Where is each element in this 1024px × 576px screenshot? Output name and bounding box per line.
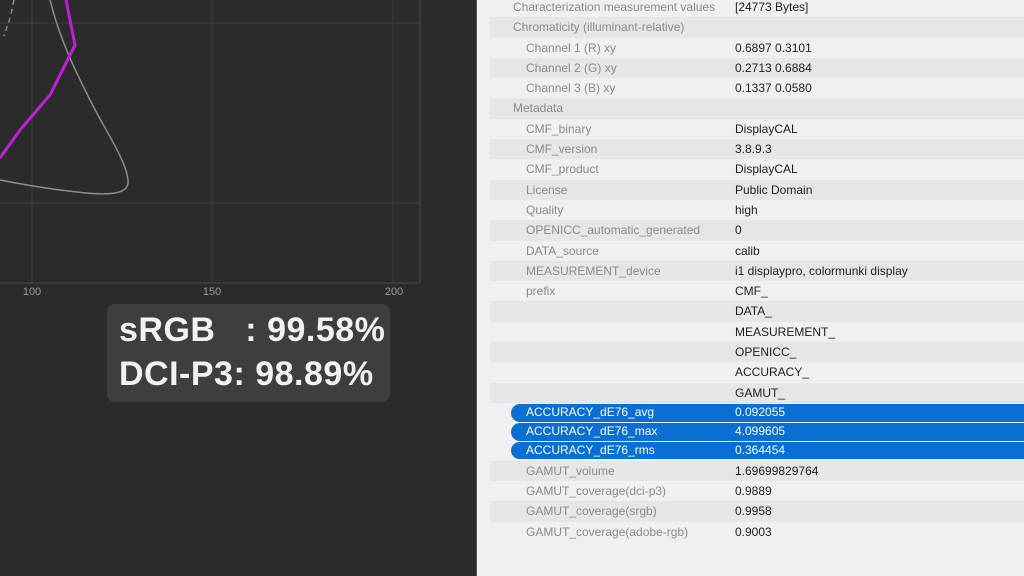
info-row-key: CMF_version: [526, 142, 598, 157]
info-row-value: 1.69699829764: [735, 463, 819, 478]
info-row-key: ACCURACY_dE76_max: [526, 424, 658, 439]
info-row-key: DATA_source: [526, 243, 599, 258]
info-row-key: Characterization measurement values: [513, 0, 716, 14]
info-row-key: Metadata: [513, 101, 564, 116]
info-row-key: MEASUREMENT_device: [526, 263, 661, 278]
info-row[interactable]: GAMUT_coverage(adobe-rgb) 0.9003: [490, 522, 1024, 542]
info-row-value: OPENICC_: [735, 345, 797, 360]
info-row[interactable]: Chromaticity (illuminant-relative): [490, 17, 1024, 38]
info-row-key: Channel 3 (B) xy: [526, 81, 616, 96]
info-row-key: GAMUT_coverage(srgb): [526, 504, 657, 519]
info-row-value: GAMUT_: [735, 385, 786, 400]
info-row[interactable]: CMF_product DisplayCAL: [490, 159, 1024, 179]
info-row[interactable]: Quality high: [490, 200, 1024, 220]
info-row-key: Chromaticity (illuminant-relative): [513, 20, 685, 35]
info-row-value: DisplayCAL: [735, 121, 798, 136]
info-row[interactable]: License Public Domain: [490, 179, 1024, 200]
info-row-value: [24773 Bytes]: [735, 0, 809, 14]
gamut-plot-pane: 100 150 200 sRGB : 99.58% DCI-P3: 98.89%: [0, 0, 476, 576]
info-row[interactable]: MEASUREMENT_device i1 displaypro, colormu…: [490, 260, 1024, 282]
info-row-key: GAMUT_volume: [526, 463, 615, 478]
info-row-key: prefix: [526, 284, 556, 299]
info-row[interactable]: Characterization measurement values [2477…: [490, 0, 1024, 17]
info-row-value: ACCURACY_: [735, 365, 810, 380]
info-row-key: License: [526, 182, 568, 197]
info-row[interactable]: MEASUREMENT_: [490, 322, 1024, 342]
info-row-key: ACCURACY_dE76_rms: [526, 443, 655, 458]
info-row[interactable]: OPENICC_automatic_generated 0: [490, 220, 1024, 241]
info-row-key: Quality: [526, 202, 564, 217]
info-row-key: CMF_binary: [526, 121, 592, 136]
info-row[interactable]: GAMUT_volume 1.69699829764: [490, 460, 1024, 482]
info-row-key: Channel 1 (R) xy: [526, 40, 617, 55]
x-tick-label-150: 150: [202, 286, 222, 298]
info-row-key: GAMUT_coverage(dci-p3): [526, 484, 667, 499]
measured-gamut-outline: [0, 0, 77, 159]
info-row[interactable]: Channel 1 (R) xy 0.6897 0.3101: [490, 38, 1024, 58]
coverage-overlay: sRGB : 99.58% DCI-P3: 98.89%: [107, 304, 390, 402]
srgb-coverage-text: sRGB : 99.58%: [119, 311, 386, 349]
info-row[interactable]: CMF_binary DisplayCAL: [490, 119, 1024, 139]
info-row-value: DisplayCAL: [735, 162, 798, 177]
info-row-value: 0.364454: [735, 443, 786, 458]
reference-gamut-dashed: [3, 0, 15, 37]
info-row-key: CMF_product: [526, 162, 599, 177]
info-row[interactable]: Metadata: [490, 98, 1024, 119]
spectral-locus-curve: [0, 0, 129, 195]
info-row-key: OPENICC_automatic_generated: [526, 223, 701, 238]
info-row[interactable]: GAMUT_coverage(dci-p3) 0.9889: [490, 481, 1024, 501]
info-row[interactable]: Channel 3 (B) xy 0.1337 0.0580: [490, 78, 1024, 98]
info-row[interactable]: ACCURACY_dE76_avg 0.092055: [511, 404, 1024, 422]
info-row-value: 0.092055: [735, 405, 786, 420]
x-tick-label-200: 200: [384, 286, 404, 298]
info-row[interactable]: OPENICC_: [490, 342, 1024, 363]
info-row-value: i1 displaypro, colormunki display: [735, 263, 908, 278]
x-tick-label-100: 100: [22, 286, 42, 298]
info-row-value: 4.099605: [735, 424, 786, 439]
info-row-value: Public Domain: [735, 182, 813, 197]
info-row[interactable]: GAMUT_coverage(srgb) 0.9958: [490, 501, 1024, 522]
info-row-value: 0.9958: [735, 504, 772, 519]
dcip3-coverage-text: DCI-P3: 98.89%: [119, 355, 374, 393]
info-row-value: 0.1337 0.0580: [735, 81, 812, 96]
info-row-value: 0.9003: [735, 524, 772, 539]
info-row-key: ACCURACY_dE76_avg: [526, 405, 655, 420]
info-row-value: 3.8.9.3: [735, 142, 772, 157]
info-row-value: calib: [735, 243, 760, 258]
info-row-value: 0.2713 0.6884: [735, 60, 812, 75]
info-row-value: 0.9889: [735, 484, 772, 499]
info-row[interactable]: ACCURACY_dE76_rms 0.364454: [511, 442, 1024, 460]
pane-splitter[interactable]: [476, 0, 491, 576]
info-row-key: Channel 2 (G) xy: [526, 60, 617, 75]
info-row[interactable]: DATA_source calib: [490, 241, 1024, 261]
info-row-value: high: [735, 202, 758, 217]
info-row[interactable]: DATA_: [490, 301, 1024, 322]
info-row-value: 0: [735, 223, 742, 238]
info-row[interactable]: Channel 2 (G) xy 0.2713 0.6884: [490, 57, 1024, 79]
info-row-value: CMF_: [735, 284, 768, 299]
info-row-value: MEASUREMENT_: [735, 324, 836, 339]
info-row[interactable]: GAMUT_: [490, 382, 1024, 403]
info-row[interactable]: ACCURACY_: [490, 362, 1024, 382]
profile-info-pane: Characterization measurement values [2477…: [490, 0, 1024, 576]
info-row[interactable]: CMF_version 3.8.9.3: [490, 139, 1024, 160]
info-row[interactable]: ACCURACY_dE76_max 4.099605: [511, 423, 1024, 441]
info-row-key: GAMUT_coverage(adobe-rgb): [526, 524, 689, 539]
gamut-plot: [0, 0, 421, 284]
info-row-value: DATA_: [735, 304, 772, 319]
info-row[interactable]: prefix CMF_: [490, 281, 1024, 301]
info-row-value: 0.6897 0.3101: [735, 40, 812, 55]
profile-info-list: Characterization measurement values [2477…: [490, 0, 1024, 542]
